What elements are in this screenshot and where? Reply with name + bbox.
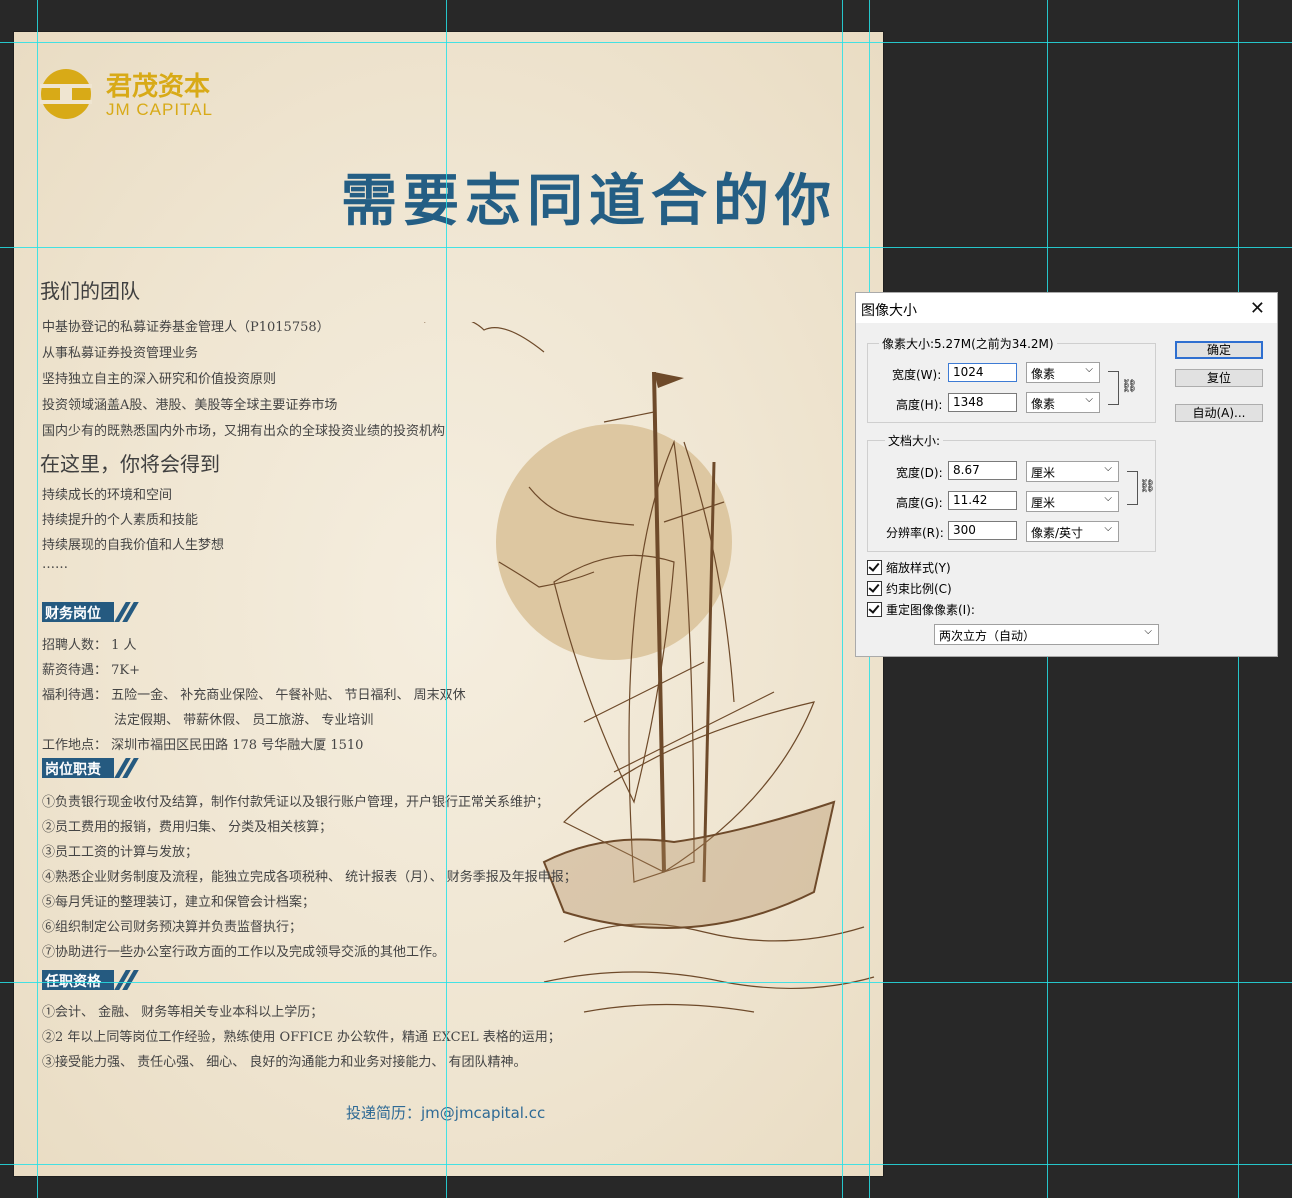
reset-button[interactable]: 复位: [1175, 369, 1263, 387]
gain-heading: 在这里，你将会得到: [40, 452, 220, 476]
section-badge-duty: 岗位职责: [42, 758, 139, 778]
duty-line: ③员工工资的计算与发放；: [42, 845, 199, 860]
resolution-input[interactable]: 300: [948, 521, 1017, 540]
guide-vertical[interactable]: [446, 0, 447, 1198]
job-line: 工作地点： 深圳市福田区民田路 178 号华融大厦 1510: [42, 738, 364, 753]
doc-width-input[interactable]: 8.67: [948, 461, 1017, 480]
guide-horizontal[interactable]: [0, 1164, 1292, 1165]
pixel-height-unit-select[interactable]: 像素 ⌵: [1026, 392, 1100, 413]
chain-link-icon: ⛓: [1139, 479, 1156, 494]
requirement-line: ③接受能力强、 责任心强、 细心、 良好的沟通能力和业务对接能力、 有团队精神。: [42, 1055, 527, 1070]
team-line: 中基协登记的私募证券基金管理人（P1015758）: [42, 320, 330, 335]
doc-height-unit-select[interactable]: 厘米 ⌵: [1026, 491, 1119, 512]
job-line: 福利待遇： 五险一金、 补充商业保险、 午餐补贴、 节日福利、 周末双休: [42, 688, 466, 703]
auto-button[interactable]: 自动(A)...: [1175, 404, 1263, 422]
job-line: 薪资待遇： 7K+: [42, 663, 141, 678]
duty-line: ⑤每月凭证的整理装订，建立和保管会计档案；: [42, 895, 316, 910]
document-size-title: 文档大小:: [885, 432, 944, 449]
guide-horizontal[interactable]: [0, 982, 1292, 983]
doc-width-label: 宽度(D):: [896, 466, 943, 480]
guide-horizontal[interactable]: [0, 247, 1292, 248]
team-line: 投资领域涵盖A股、港股、美股等全球主要证券市场: [42, 398, 338, 413]
pixel-width-input[interactable]: 1024: [948, 363, 1017, 382]
chevron-down-icon: ⌵: [1104, 463, 1112, 474]
pixel-height-label: 高度(H):: [896, 398, 943, 412]
badge-label: 岗位职责: [45, 762, 101, 778]
checkbox-checked[interactable]: [867, 602, 882, 617]
job-line: 法定假期、 带薪休假、 员工旅游、 专业培训: [114, 713, 374, 728]
pixel-dimensions-title: 像素大小:5.27M(之前为34.2M): [879, 335, 1057, 352]
section-badge-requirements: 任职资格: [42, 970, 139, 990]
logo-mark-icon: [40, 69, 92, 119]
dialog-titlebar[interactable]: 图像大小 ✕: [856, 293, 1277, 323]
resample-method-select[interactable]: 两次立方（自动） ⌵: [934, 624, 1159, 645]
duty-line: ②员工费用的报销，费用归集、 分类及相关核算；: [42, 820, 333, 835]
ship-illustration: [424, 322, 875, 1013]
checkbox-checked[interactable]: [867, 560, 882, 575]
guide-vertical[interactable]: [37, 0, 38, 1198]
image-size-dialog: 图像大小 ✕ 像素大小:5.27M(之前为34.2M) 宽度(W): 1024 …: [855, 292, 1278, 657]
duty-line: ⑦协助进行一些办公室行政方面的工作以及完成领导交派的其他工作。: [42, 945, 446, 960]
pixel-width-unit-select[interactable]: 像素 ⌵: [1026, 362, 1100, 383]
team-line: 从事私募证券投资管理业务: [42, 346, 199, 361]
resolution-unit-select[interactable]: 像素/英寸 ⌵: [1026, 521, 1119, 542]
gain-line: 持续成长的环境和空间: [42, 488, 173, 503]
badge-label: 任职资格: [45, 974, 101, 990]
pixel-width-label: 宽度(W):: [892, 368, 942, 382]
resample-image-checkbox[interactable]: 重定图像像素(I):: [867, 601, 975, 618]
poster-headline: 需要志同道合的你: [341, 168, 837, 234]
team-line: 坚持独立自主的深入研究和价值投资原则: [42, 372, 277, 387]
job-line: 招聘人数： 1 人: [42, 638, 137, 653]
ok-button[interactable]: 确定: [1175, 341, 1263, 359]
gain-line: 持续提升的个人素质和技能: [42, 513, 199, 528]
guide-vertical[interactable]: [842, 0, 843, 1198]
logo-english-name: JM CAPITAL: [106, 100, 213, 119]
resolution-label: 分辨率(R):: [886, 526, 944, 540]
requirement-line: ②2 年以上同等岗位工作经验，熟练使用 OFFICE 办公软件，精通 EXCEL…: [42, 1030, 561, 1045]
gain-line: 持续展现的自我价值和人生梦想: [42, 538, 225, 553]
checkbox-checked[interactable]: [867, 581, 882, 596]
chain-link-icon: ⛓: [1121, 379, 1138, 394]
section-badge-job: 财务岗位: [42, 602, 139, 622]
duty-line: ④熟悉企业财务制度及流程，能独立完成各项税种、 统计报表（月）、 财务季报及年报…: [42, 870, 577, 885]
requirement-line: ①会计、 金融、 财务等相关专业本科以上学历；: [42, 1005, 324, 1020]
doc-link-bracket: [1127, 471, 1138, 505]
doc-height-label: 高度(G):: [896, 496, 943, 510]
close-icon[interactable]: ✕: [1250, 298, 1265, 319]
team-line: 国内少有的既熟悉国内外市场，又拥有出众的全球投资业绩的投资机构: [42, 424, 446, 439]
chevron-down-icon: ⌵: [1144, 626, 1152, 637]
chevron-down-icon: ⌵: [1085, 364, 1093, 375]
chevron-down-icon: ⌵: [1085, 394, 1093, 405]
chevron-down-icon: ⌵: [1104, 523, 1112, 534]
guide-horizontal[interactable]: [0, 42, 1292, 43]
scale-styles-checkbox[interactable]: 缩放样式(Y): [867, 559, 951, 576]
pixel-height-input[interactable]: 1348: [948, 393, 1017, 412]
doc-width-unit-select[interactable]: 厘米 ⌵: [1026, 461, 1119, 482]
pixel-link-bracket: [1108, 371, 1119, 405]
chevron-down-icon: ⌵: [1104, 493, 1112, 504]
logo-chinese-name: 君茂资本: [106, 72, 211, 102]
doc-height-input[interactable]: 11.42: [948, 491, 1017, 510]
duty-line: ①负责银行现金收付及结算，制作付款凭证以及银行账户管理，开户银行正常关系维护；: [42, 795, 550, 810]
dialog-title: 图像大小: [861, 303, 917, 319]
sun-circle: [496, 424, 732, 660]
team-heading: 我们的团队: [40, 279, 140, 303]
constrain-proportions-checkbox[interactable]: 约束比例(C): [867, 580, 952, 597]
gain-line: ……: [42, 557, 68, 572]
badge-label: 财务岗位: [45, 606, 101, 622]
duty-line: ⑥组织制定公司财务预决算并负责监督执行；: [42, 920, 303, 935]
document-canvas[interactable]: 君茂资本 JM CAPITAL 需要志同道合的你 我们的团队 中基协登记的私募证…: [14, 32, 883, 1176]
